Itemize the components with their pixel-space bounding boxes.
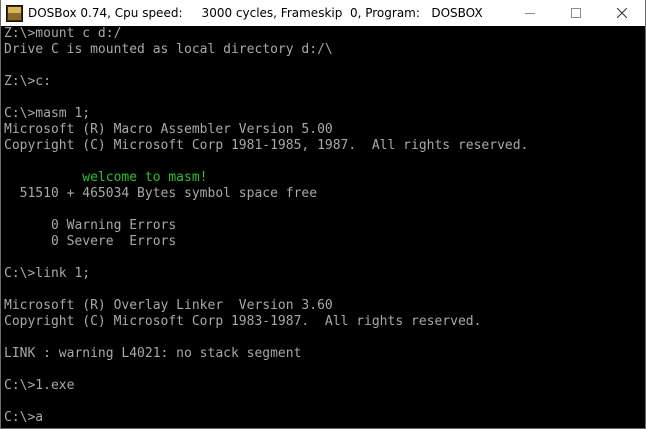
close-button[interactable] (599, 0, 645, 26)
welcome-message: welcome to masm! (4, 170, 208, 185)
terminal-line: C:\>link 1; (4, 266, 91, 281)
terminal-line: C:\>masm 1; (4, 106, 91, 121)
terminal-line: Z:\>c: (4, 74, 51, 89)
minimize-icon (525, 13, 535, 14)
maximize-icon (571, 8, 581, 18)
maximize-button[interactable] (553, 0, 599, 26)
command-prompt-line[interactable]: C:\>a (4, 410, 43, 426)
dosbox-window: DOSBox 0.74, Cpu speed: 3000 cycles, Fra… (0, 0, 646, 429)
dos-terminal-screen[interactable]: Z:\>mount c d:/ Drive C is mounted as lo… (2, 26, 642, 428)
terminal-line: Microsoft (R) Overlay Linker Version 3.6… (4, 298, 333, 313)
terminal-line: 0 Severe Errors (4, 234, 177, 249)
terminal-line: 0 Warning Errors (4, 218, 177, 233)
dosbox-app-icon[interactable] (6, 4, 23, 22)
title-bar[interactable]: DOSBox 0.74, Cpu speed: 3000 cycles, Fra… (1, 0, 645, 26)
terminal-line: Drive C is mounted as local directory d:… (4, 42, 333, 57)
terminal-line: Copyright (C) Microsoft Corp 1983-1987. … (4, 314, 482, 329)
terminal-line: Microsoft (R) Macro Assembler Version 5.… (4, 122, 333, 137)
terminal-line: Copyright (C) Microsoft Corp 1981-1985, … (4, 138, 529, 153)
terminal-line: Z:\>mount c d:/ (4, 26, 122, 41)
terminal-line: 51510 + 465034 Bytes symbol space free (4, 186, 318, 201)
window-title: DOSBox 0.74, Cpu speed: 3000 cycles, Fra… (28, 6, 483, 20)
minimize-button[interactable] (507, 0, 553, 26)
close-icon (617, 8, 627, 18)
terminal-line: LINK : warning L4021: no stack segment (4, 346, 302, 361)
terminal-line: C:\>1.exe (4, 378, 75, 393)
window-controls (507, 0, 645, 26)
